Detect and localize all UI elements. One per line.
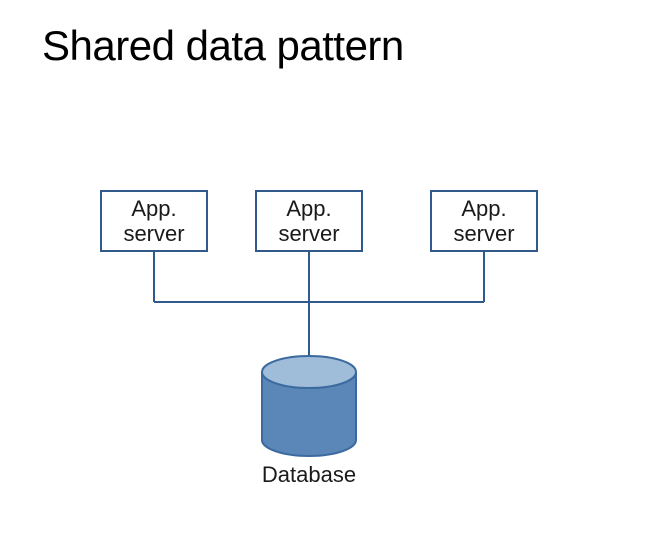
- database-cylinder: [262, 356, 356, 456]
- app-server-box-2: App. server: [255, 190, 363, 252]
- app-server-label: App. server: [453, 196, 514, 247]
- app-server-label: App. server: [278, 196, 339, 247]
- diagram-stage: App. server App. server App. server Data…: [0, 0, 646, 540]
- app-server-box-3: App. server: [430, 190, 538, 252]
- app-server-box-1: App. server: [100, 190, 208, 252]
- database-label: Database: [229, 462, 389, 488]
- connectors-svg: [0, 0, 646, 540]
- app-server-label: App. server: [123, 196, 184, 247]
